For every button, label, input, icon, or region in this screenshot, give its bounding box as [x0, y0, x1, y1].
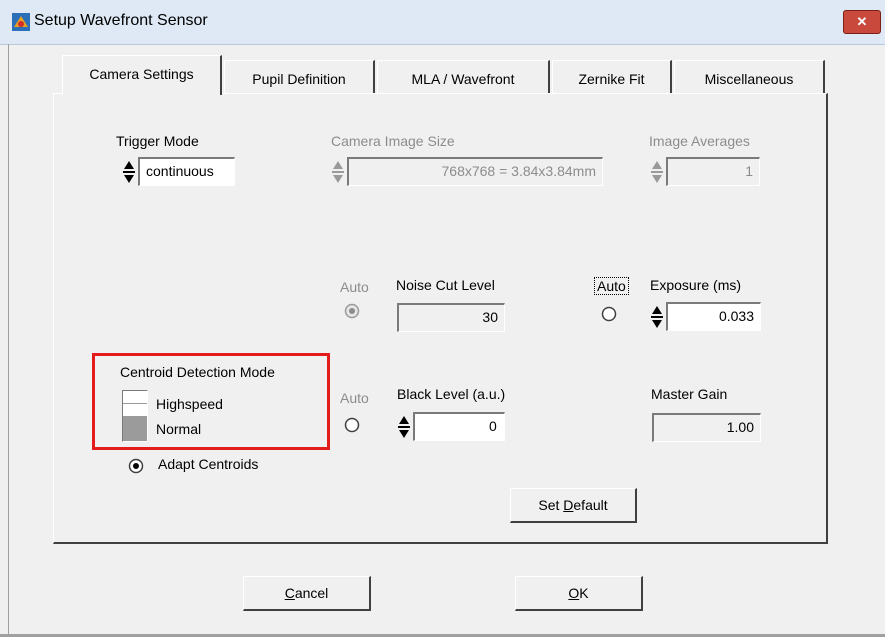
exposure-label: Exposure (ms)	[650, 277, 742, 293]
slider-track	[123, 391, 147, 404]
black-auto-radio[interactable]	[344, 417, 360, 433]
camera-image-size-label: Camera Image Size	[331, 133, 455, 149]
window-title: Setup Wavefront Sensor	[34, 12, 208, 29]
black-level-field[interactable]: 0	[413, 412, 505, 441]
image-averages-spinner	[650, 158, 664, 186]
adapt-centroids-radio[interactable]	[128, 458, 144, 474]
set-default-label-pre: Set	[538, 497, 564, 513]
ok-button[interactable]: OK	[515, 576, 643, 611]
set-default-label-post: efault	[573, 497, 608, 513]
exposure-spinner[interactable]	[650, 303, 664, 331]
adapt-centroids-label[interactable]: Adapt Centroids	[158, 456, 258, 472]
close-button[interactable]: ✕	[843, 10, 881, 34]
trigger-mode-label: Trigger Mode	[116, 133, 199, 149]
exposure-field[interactable]: 0.033	[666, 302, 761, 331]
centroid-detection-mode-label: Centroid Detection Mode	[120, 364, 275, 380]
centroid-mode-slider[interactable]	[122, 390, 148, 442]
black-auto-label: Auto	[340, 390, 369, 406]
exposure-auto-radio[interactable]	[601, 306, 617, 322]
tab-miscellaneous[interactable]: Miscellaneous	[674, 60, 825, 94]
image-averages-field: 1	[666, 157, 760, 186]
master-gain-label: Master Gain	[651, 386, 728, 402]
noise-auto-radio	[344, 303, 360, 319]
ok-mnemonic: O	[568, 585, 580, 601]
tab-mla-wavefront[interactable]: MLA / Wavefront	[377, 60, 550, 94]
exposure-auto-label[interactable]: Auto	[594, 277, 629, 295]
noise-cut-level-label: Noise Cut Level	[396, 277, 495, 293]
app-icon	[12, 13, 30, 31]
tab-camera-settings[interactable]: Camera Settings	[62, 55, 222, 95]
noise-auto-label: Auto	[340, 279, 369, 295]
slider-thumb[interactable]	[123, 416, 147, 441]
dialog-edge	[8, 44, 9, 637]
camera-image-size-field: 768x768 = 3.84x3.84mm	[347, 157, 603, 186]
tab-pupil-definition[interactable]: Pupil Definition	[224, 60, 375, 94]
black-level-spinner[interactable]	[397, 413, 411, 441]
ok-label-rest: K	[579, 585, 589, 601]
centroid-option-normal[interactable]: Normal	[156, 421, 201, 437]
cancel-label-rest: ancel	[294, 585, 329, 601]
cancel-mnemonic: C	[284, 585, 295, 601]
black-level-label: Black Level (a.u.)	[397, 386, 506, 402]
image-averages-label: Image Averages	[649, 133, 750, 149]
centroid-option-highspeed[interactable]: Highspeed	[156, 396, 223, 412]
set-default-button[interactable]: Set Default	[510, 488, 637, 523]
cancel-button[interactable]: Cancel	[243, 576, 371, 611]
tab-zernike-fit[interactable]: Zernike Fit	[552, 60, 672, 94]
set-default-mnemonic: D	[563, 497, 574, 513]
master-gain-field: 1.00	[652, 413, 761, 442]
noise-cut-level-field: 30	[397, 303, 505, 332]
trigger-mode-spinner[interactable]	[122, 158, 136, 186]
trigger-mode-field[interactable]: continuous	[138, 157, 235, 186]
camera-image-size-spinner	[331, 158, 345, 186]
